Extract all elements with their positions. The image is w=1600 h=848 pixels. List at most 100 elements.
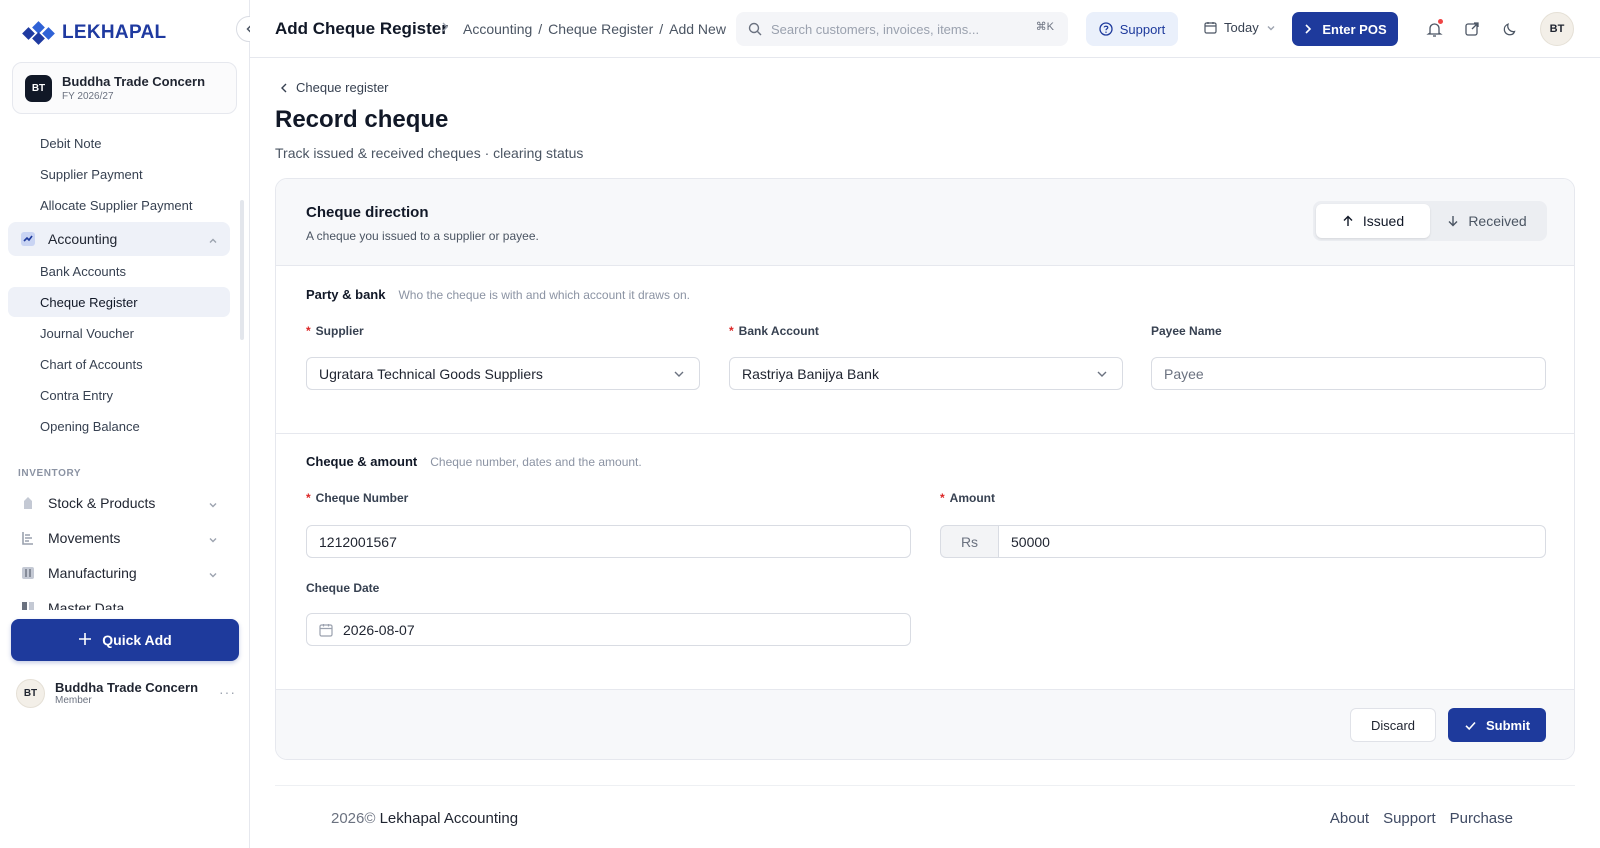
search-input[interactable] <box>771 21 1031 37</box>
party-bank-description: Who the cheque is with and which account… <box>398 288 690 302</box>
cheque-date-input[interactable]: 2026-08-07 <box>306 613 911 646</box>
sidebar-group-master-data[interactable]: Master Data <box>8 591 230 610</box>
cheque-number-input[interactable]: 1212001567 <box>306 525 911 558</box>
party-bank-title: Party & bank <box>306 287 386 302</box>
sidebar-group-manufacturing[interactable]: Manufacturing <box>8 556 230 590</box>
discard-button[interactable]: Discard <box>1350 708 1436 742</box>
plus-icon <box>78 632 92 649</box>
brand-logo[interactable]: LEKHAPAL <box>22 20 166 46</box>
nav-section-inventory: INVENTORY <box>18 468 82 479</box>
sidebar-group-label: Accounting <box>48 231 118 247</box>
sidebar-item-journal-voucher[interactable]: Journal Voucher <box>8 318 230 348</box>
supplier-select[interactable]: Ugratara Technical Goods Suppliers <box>306 357 700 390</box>
cheque-direction-description: A cheque you issued to a supplier or pay… <box>306 229 539 243</box>
supplier-selected-value: Ugratara Technical Goods Suppliers <box>319 365 543 382</box>
sidebar-group-label: Manufacturing <box>48 565 137 581</box>
bank-account-selected-value: Rastriya Banijya Bank <box>742 365 879 382</box>
form-subtitle: Track issued & received cheques · cleari… <box>275 145 584 161</box>
sidebar-group-accounting[interactable]: Accounting <box>8 222 230 256</box>
fiscal-year: FY 2026/27 <box>62 91 114 102</box>
cheque-direction-toggle: Issued Received <box>1313 201 1547 241</box>
search-icon <box>748 22 762 36</box>
cheque-number-label-text: Cheque Number <box>315 491 409 505</box>
sidebar-item-opening-balance[interactable]: Opening Balance <box>8 411 230 441</box>
breadcrumb-separator: / <box>659 21 664 37</box>
sidebar-scrollbar[interactable] <box>240 200 244 340</box>
breadcrumb-accounting[interactable]: Accounting <box>463 21 532 37</box>
sidebar-item-allocate-supplier-payment[interactable]: Allocate Supplier Payment <box>8 190 230 220</box>
cheque-direction-section: Cheque direction A cheque you issued to … <box>276 179 1574 266</box>
direction-received-button[interactable]: Received <box>1430 204 1544 238</box>
page-footer: 2026© Lekhapal Accounting About Support … <box>275 785 1575 848</box>
cheque-date-label: Cheque Date <box>306 581 380 595</box>
sidebar-item-bank-accounts[interactable]: Bank Accounts <box>8 256 230 286</box>
sidebar-group-movements[interactable]: Movements <box>8 521 230 555</box>
arrow-down-icon <box>1448 216 1458 227</box>
cheque-amount-section-header: Cheque & amount Cheque number, dates and… <box>306 454 642 469</box>
section-divider <box>276 433 1574 434</box>
party-bank-section-header: Party & bank Who the cheque is with and … <box>306 287 690 302</box>
amount-label: * Amount <box>940 491 995 505</box>
footer-links: About Support Purchase <box>1330 810 1513 827</box>
direction-issued-label: Issued <box>1362 213 1405 229</box>
cheque-date-value: 2026-08-07 <box>343 621 415 638</box>
sidebar-item-supplier-payment[interactable]: Supplier Payment <box>8 159 230 189</box>
sidebar-group-stock-products[interactable]: Stock & Products <box>8 486 230 520</box>
footer-link-purchase[interactable]: Purchase <box>1450 810 1513 827</box>
amount-label-text: Amount <box>949 491 995 505</box>
org-avatar: BT <box>25 74 52 102</box>
user-menu[interactable]: BT Buddha Trade Concern Member ··· <box>16 678 236 708</box>
user-avatar: BT <box>16 678 45 708</box>
chevron-down-icon <box>208 567 218 583</box>
enter-pos-button[interactable]: Enter POS <box>1292 12 1398 46</box>
calendar-icon <box>1204 22 1217 34</box>
notifications-bell-icon[interactable] <box>1424 19 1444 39</box>
bank-account-select[interactable]: Rastriya Banijya Bank <box>729 357 1123 390</box>
sidebar-nav: Debit Note Supplier Payment Allocate Sup… <box>0 128 236 610</box>
breadcrumb-separator: / <box>538 21 543 37</box>
sidebar-item-contra-entry[interactable]: Contra Entry <box>8 380 230 410</box>
accounting-icon <box>20 231 36 247</box>
support-button[interactable]: Support <box>1086 12 1178 46</box>
payee-name-input[interactable] <box>1151 357 1546 390</box>
form-actions-bar: Discard Submit <box>276 689 1574 759</box>
movements-icon <box>20 530 36 546</box>
back-link-label: Cheque register <box>296 80 389 95</box>
payee-name-label: Payee Name <box>1151 324 1222 338</box>
sidebar-item-debit-note[interactable]: Debit Note <box>8 128 230 158</box>
sidebar-item-chart-of-accounts[interactable]: Chart of Accounts <box>8 349 230 379</box>
manufacturing-icon <box>20 565 36 581</box>
submit-button[interactable]: Submit <box>1448 708 1546 742</box>
top-header: Add Cheque Register Accounting / Cheque … <box>250 0 1600 58</box>
external-link-icon[interactable] <box>1462 19 1482 39</box>
bank-account-label: * Bank Account <box>729 324 819 338</box>
check-icon <box>1465 721 1476 730</box>
org-switcher[interactable]: BT Buddha Trade Concern FY 2026/27 <box>12 62 237 114</box>
back-to-cheque-register-link[interactable]: Cheque register <box>280 80 389 95</box>
chevron-up-icon <box>208 233 218 249</box>
box-icon <box>20 495 36 511</box>
cheque-number-label: * Cheque Number <box>306 491 408 505</box>
direction-received-label: Received <box>1468 213 1527 229</box>
more-options-icon[interactable]: ··· <box>219 684 236 700</box>
header-avatar[interactable]: BT <box>1540 12 1574 46</box>
user-role: Member <box>55 695 92 706</box>
cheque-amount-description: Cheque number, dates and the amount. <box>430 455 642 469</box>
breadcrumb-cheque-register[interactable]: Cheque Register <box>548 21 653 37</box>
footer-link-support[interactable]: Support <box>1383 810 1436 827</box>
user-name: Buddha Trade Concern <box>55 680 199 695</box>
enter-pos-label: Enter POS <box>1322 21 1387 37</box>
global-search[interactable]: ⌘K <box>736 12 1068 46</box>
sidebar-item-cheque-register[interactable]: Cheque Register <box>8 287 230 317</box>
quick-add-button[interactable]: Quick Add <box>11 619 239 661</box>
dark-mode-moon-icon[interactable] <box>1500 19 1520 39</box>
date-range-label: Today <box>1224 20 1259 35</box>
sidebar: LEKHAPAL BT Buddha Trade Concern FY 2026… <box>0 0 250 848</box>
direction-issued-button[interactable]: Issued <box>1316 204 1430 238</box>
amount-value: 50000 <box>1011 533 1050 550</box>
required-asterisk: * <box>729 324 734 338</box>
search-shortcut: ⌘K <box>1035 21 1054 33</box>
footer-link-about[interactable]: About <box>1330 810 1369 827</box>
amount-input[interactable]: 50000 <box>998 525 1546 558</box>
date-range-select[interactable]: Today <box>1204 20 1276 35</box>
